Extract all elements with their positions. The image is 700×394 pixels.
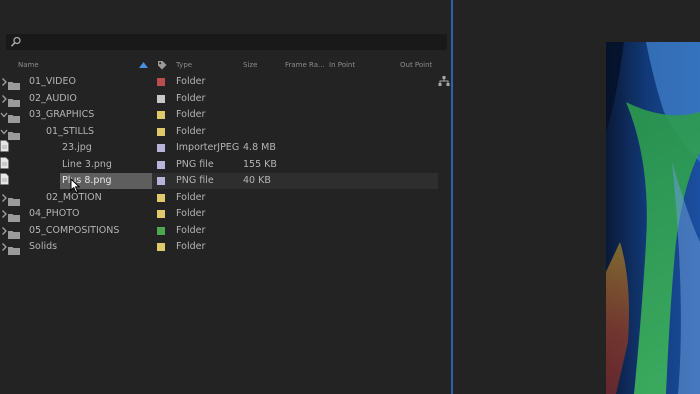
- image-file-icon: [0, 140, 9, 152]
- item-name: 05_COMPOSITIONS: [29, 224, 120, 236]
- folder-row[interactable]: Solids Folder: [0, 239, 451, 255]
- item-type: Folder: [176, 241, 206, 252]
- search-input[interactable]: [6, 34, 447, 50]
- label-color-swatch[interactable]: [157, 94, 165, 103]
- column-header-frame-rate[interactable]: Frame Ra...: [285, 61, 325, 69]
- folder-row[interactable]: 05_COMPOSITIONS Folder: [0, 223, 451, 239]
- preview-image: [606, 42, 700, 394]
- item-name: 04_PHOTO: [29, 208, 80, 219]
- column-header-out-point[interactable]: Out Point: [400, 61, 432, 69]
- file-row[interactable]: 23.jpg ImporterJPEG 4.8 MB: [0, 140, 451, 156]
- item-size: 40 KB: [243, 175, 271, 186]
- item-type: PNG file: [176, 175, 214, 186]
- item-name: 01_VIDEO: [29, 76, 76, 87]
- sort-ascending-icon[interactable]: [139, 62, 148, 68]
- label-color-swatch[interactable]: [157, 193, 165, 202]
- folder-icon: [8, 82, 20, 90]
- chevron-right-icon[interactable]: [0, 91, 8, 107]
- folder-row[interactable]: 01_VIDEO Folder: [0, 74, 451, 90]
- item-type: Folder: [176, 125, 206, 137]
- folder-row[interactable]: 01_STILLS Folder: [0, 124, 451, 140]
- column-header-size[interactable]: Size: [243, 61, 257, 69]
- image-file-icon: [0, 173, 9, 185]
- item-type: ImporterJPEG: [176, 142, 240, 153]
- folder-icon: [8, 247, 20, 255]
- item-name: Line 3.png: [62, 158, 112, 170]
- image-file-icon: [0, 156, 9, 169]
- folder-icon: [8, 197, 20, 206]
- label-color-swatch[interactable]: [157, 78, 165, 86]
- chevron-right-icon[interactable]: [0, 206, 8, 222]
- chevron-right-icon[interactable]: [0, 190, 8, 206]
- item-type: Folder: [176, 92, 206, 104]
- label-color-swatch[interactable]: [157, 226, 165, 235]
- chevron-right-icon[interactable]: [0, 239, 8, 255]
- folder-row[interactable]: 02_MOTION Folder: [0, 190, 451, 206]
- item-size: 4.8 MB: [243, 142, 276, 153]
- column-header-name[interactable]: Name: [18, 61, 39, 69]
- label-color-swatch[interactable]: [157, 177, 165, 185]
- file-row[interactable]: Plus 8.png PNG file 40 KB: [0, 173, 451, 189]
- label-color-swatch[interactable]: [157, 243, 165, 251]
- item-type: Folder: [176, 76, 206, 87]
- chevron-down-icon[interactable]: [0, 124, 8, 140]
- item-type: Folder: [176, 224, 206, 236]
- project-panel: Name Type Size Frame Ra... In Point Out …: [0, 0, 451, 394]
- folder-icon: [8, 98, 20, 107]
- folder-row[interactable]: 04_PHOTO Folder: [0, 206, 451, 222]
- item-type: Folder: [176, 109, 206, 120]
- file-row[interactable]: Line 3.png PNG file 155 KB: [0, 156, 451, 173]
- folder-icon: [8, 115, 20, 123]
- item-type: PNG file: [176, 158, 214, 170]
- item-name: 02_AUDIO: [29, 92, 77, 104]
- column-header-row: Name Type Size Frame Ra... In Point Out …: [0, 58, 451, 72]
- column-header-type[interactable]: Type: [176, 61, 192, 69]
- item-name: 23.jpg: [62, 142, 92, 153]
- chevron-down-icon[interactable]: [0, 107, 8, 123]
- item-name: 01_STILLS: [46, 125, 95, 137]
- label-color-swatch[interactable]: [157, 127, 165, 136]
- label-color-swatch[interactable]: [157, 111, 165, 119]
- column-header-in-point[interactable]: In Point: [329, 61, 355, 69]
- label-color-swatch[interactable]: [157, 160, 165, 169]
- folder-icon: [8, 214, 20, 222]
- flowchart-icon[interactable]: [438, 76, 450, 86]
- chevron-right-icon[interactable]: [0, 223, 8, 239]
- folder-icon: [8, 230, 20, 239]
- mouse-cursor-icon: [70, 178, 81, 194]
- item-size: 155 KB: [243, 158, 277, 170]
- app-window: Name Type Size Frame Ra... In Point Out …: [0, 0, 700, 394]
- folder-icon: [8, 131, 20, 140]
- tag-icon[interactable]: [157, 60, 167, 70]
- item-type: Folder: [176, 191, 206, 203]
- search-icon[interactable]: [10, 36, 22, 48]
- label-color-swatch[interactable]: [157, 210, 165, 218]
- item-name: 03_GRAPHICS: [29, 109, 95, 120]
- folder-row[interactable]: 03_GRAPHICS Folder: [0, 107, 451, 123]
- item-type: Folder: [176, 208, 206, 219]
- chevron-right-icon[interactable]: [0, 74, 8, 90]
- folder-row[interactable]: 02_AUDIO Folder: [0, 91, 451, 107]
- label-color-swatch[interactable]: [157, 144, 165, 152]
- item-name: Solids: [29, 241, 58, 252]
